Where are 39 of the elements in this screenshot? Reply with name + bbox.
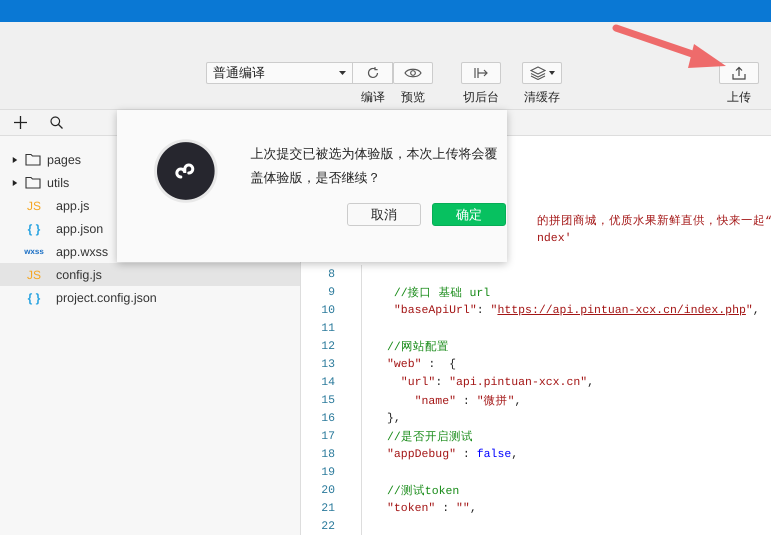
line-number: 11: [321, 322, 335, 334]
code-line: ndex': [537, 232, 572, 244]
file-type-icon: JS: [22, 268, 46, 282]
line-number: 20: [321, 484, 335, 496]
code-line: "url": "api.pintuan-xcx.cn",: [400, 376, 594, 388]
code-line: "appDebug" : false,: [387, 448, 518, 460]
dialog-message: 上次提交已被选为体验版，本次上传将会覆盖体验版，是否继续？: [250, 145, 499, 187]
line-number: 14: [321, 376, 335, 388]
code-line: "baseApiUrl": "https://api.pintuan-xcx.cn/index.php",: [392, 304, 760, 316]
tool-label: 清缓存: [524, 89, 560, 106]
line-number: 10: [321, 304, 335, 316]
file-type-icon: { }: [22, 290, 46, 304]
line-number: 18: [321, 448, 335, 460]
file-type-icon: wxss: [22, 247, 46, 256]
line-number: 16: [321, 412, 335, 424]
line-number: 9: [328, 286, 335, 298]
code-line: //网站配置: [387, 340, 449, 354]
tool-label: 上传: [727, 89, 751, 106]
line-number: 17: [321, 430, 335, 442]
line-number: 19: [321, 466, 335, 478]
tool-label: 编译: [361, 89, 385, 106]
code-line: },: [387, 412, 401, 424]
code-line: //是否开启测试: [387, 430, 473, 444]
line-number: 13: [321, 358, 335, 370]
line-number: 15: [321, 394, 335, 406]
code-line: //测试token: [387, 484, 460, 498]
code-line: 的拼团商城，优质水果新鲜直供，快来一起“: [537, 213, 771, 228]
file-type-icon: JS: [22, 198, 46, 212]
file-type-icon: { }: [22, 222, 46, 236]
tool-label: 预览: [401, 89, 425, 106]
tool-label: 切后台: [463, 89, 499, 106]
line-number: 21: [321, 502, 335, 514]
code-line: "name" : "微拼",: [414, 394, 522, 408]
line-number: 8: [328, 268, 335, 280]
code-line: //接口 基础 url: [392, 286, 490, 300]
code-line: "token" : "",: [387, 502, 477, 514]
code-line: "web" : {: [387, 358, 456, 370]
line-number: 12: [321, 340, 335, 352]
line-number: 22: [321, 520, 335, 532]
